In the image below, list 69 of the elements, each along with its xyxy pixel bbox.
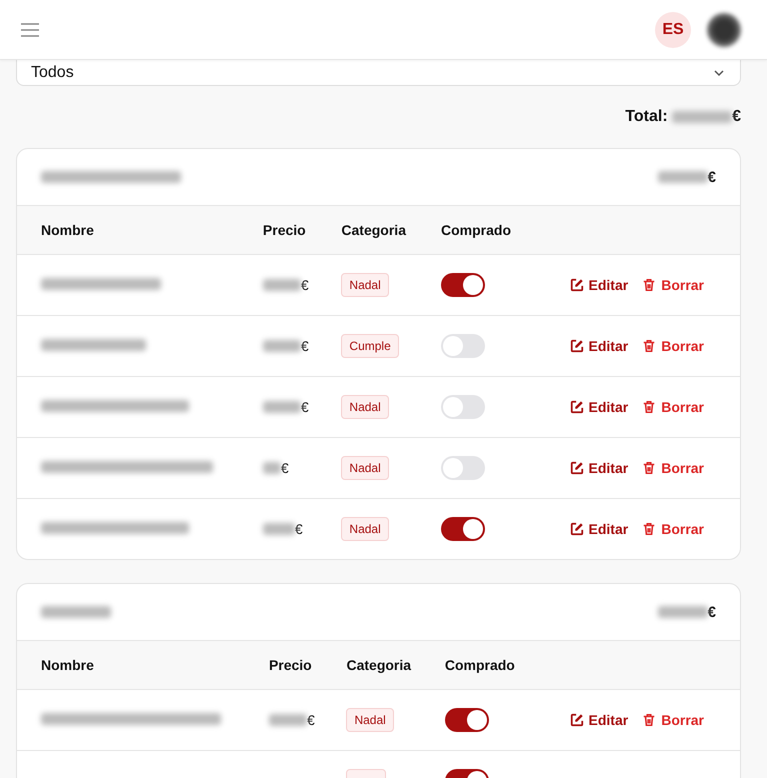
edit-icon [570, 278, 584, 292]
menu-icon[interactable] [20, 22, 40, 38]
trash-icon [642, 461, 656, 475]
blurred-text [658, 606, 708, 618]
currency-symbol: € [280, 460, 289, 476]
purchased-toggle[interactable] [441, 273, 486, 297]
blurred-text [262, 523, 295, 535]
trash-icon [642, 713, 656, 727]
column-header: Precio [256, 641, 334, 690]
delete-button[interactable]: Borrar [642, 521, 704, 537]
blurred-text [658, 171, 708, 183]
avatar-placeholder[interactable] [707, 12, 741, 46]
column-header: Categoria [329, 206, 430, 254]
delete-button[interactable]: Borrar [642, 460, 704, 476]
currency-symbol: € [300, 338, 309, 354]
edit-button[interactable]: Editar [570, 712, 628, 728]
currency-symbol: € [708, 168, 716, 186]
trash-icon [642, 522, 656, 536]
currency-symbol: € [294, 521, 303, 537]
purchased-toggle[interactable] [441, 395, 486, 419]
edit-icon [570, 713, 584, 727]
delete-button[interactable]: Borrar [642, 277, 704, 293]
currency-symbol: € [300, 277, 309, 293]
currency-symbol: € [306, 712, 315, 728]
currency-symbol: € [708, 604, 716, 620]
currency-symbol: € [300, 399, 309, 415]
purchased-toggle[interactable] [441, 334, 486, 358]
purchased-toggle[interactable] [441, 456, 486, 480]
category-tag: Nadal [341, 273, 389, 297]
blurred-text [268, 714, 307, 726]
edit-button[interactable]: Editar [570, 399, 628, 415]
total-label: Total: [625, 108, 668, 126]
edit-icon [570, 522, 584, 536]
edit-button[interactable]: Editar [570, 277, 628, 293]
language-button[interactable]: ES [655, 12, 691, 48]
blurred-text [262, 462, 281, 474]
column-header: Comprado [432, 641, 538, 690]
delete-button[interactable]: Borrar [642, 338, 704, 354]
blurred-text [262, 401, 301, 413]
blurred-text [672, 111, 732, 123]
purchased-toggle[interactable] [441, 517, 486, 541]
category-tag: Nadal [341, 395, 389, 419]
edit-button[interactable]: Editar [570, 338, 628, 354]
trash-icon [642, 339, 656, 353]
blurred-text [41, 606, 111, 618]
trash-icon [642, 400, 656, 414]
delete-button[interactable]: Borrar [642, 399, 704, 415]
column-header: Comprado [429, 206, 535, 254]
category-tag: Nadal [341, 456, 389, 480]
column-header: Nombre [17, 206, 251, 254]
currency-symbol: € [732, 108, 741, 126]
edit-button[interactable]: Editar [570, 460, 628, 476]
column-header: Precio [250, 206, 330, 254]
category-tag: Nadal [341, 517, 389, 541]
blurred-text [262, 279, 301, 291]
edit-icon [570, 339, 584, 353]
blurred-text [262, 340, 301, 352]
edit-icon [570, 400, 584, 414]
column-header: Categoria [334, 641, 433, 690]
column-header: Nombre [17, 641, 257, 690]
purchased-toggle[interactable] [444, 708, 489, 732]
edit-icon [570, 461, 584, 475]
category-tag: Cumple [341, 334, 399, 358]
chevron-down-icon [714, 68, 724, 76]
trash-icon [642, 278, 656, 292]
category-tag: Nadal [346, 708, 394, 732]
filter-select[interactable]: Todos [16, 60, 741, 86]
delete-button[interactable]: Borrar [642, 712, 704, 728]
edit-button[interactable]: Editar [570, 521, 628, 537]
